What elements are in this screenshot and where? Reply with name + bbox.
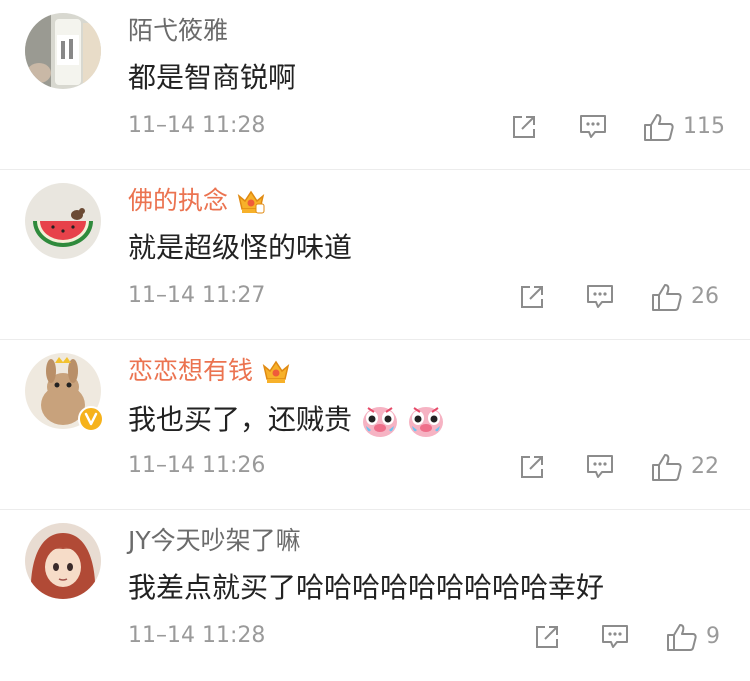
avatar[interactable]	[25, 13, 101, 89]
avatar[interactable]	[25, 183, 101, 259]
username[interactable]: JY今天吵架了嘛	[128, 526, 301, 556]
comment-icon	[587, 285, 613, 308]
comment-text: 都是智商锐啊	[128, 60, 296, 96]
reply-button[interactable]	[600, 622, 630, 652]
thumbs-up-icon	[652, 454, 682, 481]
share-button[interactable]	[510, 112, 538, 142]
comment-item: JY今天吵架了嘛 我差点就买了哈哈哈哈哈哈哈哈哈幸好 11–14 11:28 9	[0, 510, 750, 680]
username-text[interactable]: JY今天吵架了嘛	[128, 526, 301, 556]
username-text[interactable]: 佛的执念	[128, 186, 228, 216]
share-button[interactable]	[518, 282, 546, 312]
comment-icon	[587, 455, 613, 478]
timestamp: 11–14 11:28	[128, 623, 266, 648]
comment-text: 我差点就买了哈哈哈哈哈哈哈哈哈幸好	[128, 570, 604, 606]
timestamp: 11–14 11:26	[128, 453, 266, 478]
like-count: 26	[691, 284, 719, 309]
reply-button[interactable]	[578, 112, 608, 142]
comment-text: 就是超级怪的味道	[128, 230, 352, 266]
thumbs-up-icon	[644, 114, 674, 141]
vip-crown-icon	[236, 187, 266, 215]
comment-text-body: 都是智商锐啊	[128, 61, 297, 94]
like-button[interactable]: 115	[643, 112, 725, 142]
like-count: 22	[691, 454, 719, 479]
reply-button[interactable]	[585, 452, 615, 482]
avatar[interactable]	[25, 523, 101, 599]
share-icon	[521, 456, 543, 478]
comment-text-body: 就是超级怪的味道	[128, 231, 353, 264]
like-count: 115	[683, 114, 725, 139]
comment-text-body: 我也买了，还贼贵	[128, 403, 353, 436]
like-button[interactable]: 22	[651, 452, 719, 482]
vip-crown-icon	[261, 357, 291, 385]
comment-text-body: 我差点就买了哈哈哈哈哈哈哈哈哈幸好	[128, 571, 605, 604]
anime-girl-avatar-icon	[25, 523, 101, 599]
comment-item: 陌弋筱雅 都是智商锐啊 11–14 11:28 115	[0, 0, 750, 170]
like-button[interactable]: 26	[651, 282, 719, 312]
username[interactable]: 佛的执念	[128, 186, 266, 216]
comment-icon	[602, 625, 628, 648]
share-icon	[521, 286, 543, 308]
username-text[interactable]: 陌弋筱雅	[128, 16, 228, 46]
crying-pig-emoji	[406, 400, 446, 440]
watermelon-avatar-icon	[25, 183, 101, 259]
share-icon	[513, 116, 535, 138]
comment-item: 恋恋想有钱 我也买了，还贼贵 11–14 11:26 22	[0, 340, 750, 510]
milk-bottle-avatar-icon	[25, 13, 101, 89]
share-button[interactable]	[518, 452, 546, 482]
timestamp: 11–14 11:27	[128, 283, 266, 308]
comment-text: 我也买了，还贼贵	[128, 400, 446, 440]
timestamp: 11–14 11:28	[128, 113, 266, 138]
username-text[interactable]: 恋恋想有钱	[128, 356, 253, 386]
like-count: 9	[706, 624, 720, 649]
reply-button[interactable]	[585, 282, 615, 312]
share-button[interactable]	[533, 622, 561, 652]
thumbs-up-icon	[667, 624, 697, 651]
comment-icon	[580, 115, 606, 138]
crying-pig-emoji	[360, 400, 400, 440]
comment-item: 佛的执念 就是超级怪的味道 11–14 11:27 26	[0, 170, 750, 340]
username[interactable]: 恋恋想有钱	[128, 356, 291, 386]
like-button[interactable]: 9	[666, 622, 720, 652]
username[interactable]: 陌弋筱雅	[128, 16, 228, 46]
verified-badge-icon	[78, 406, 104, 436]
share-icon	[536, 626, 558, 648]
thumbs-up-icon	[652, 284, 682, 311]
